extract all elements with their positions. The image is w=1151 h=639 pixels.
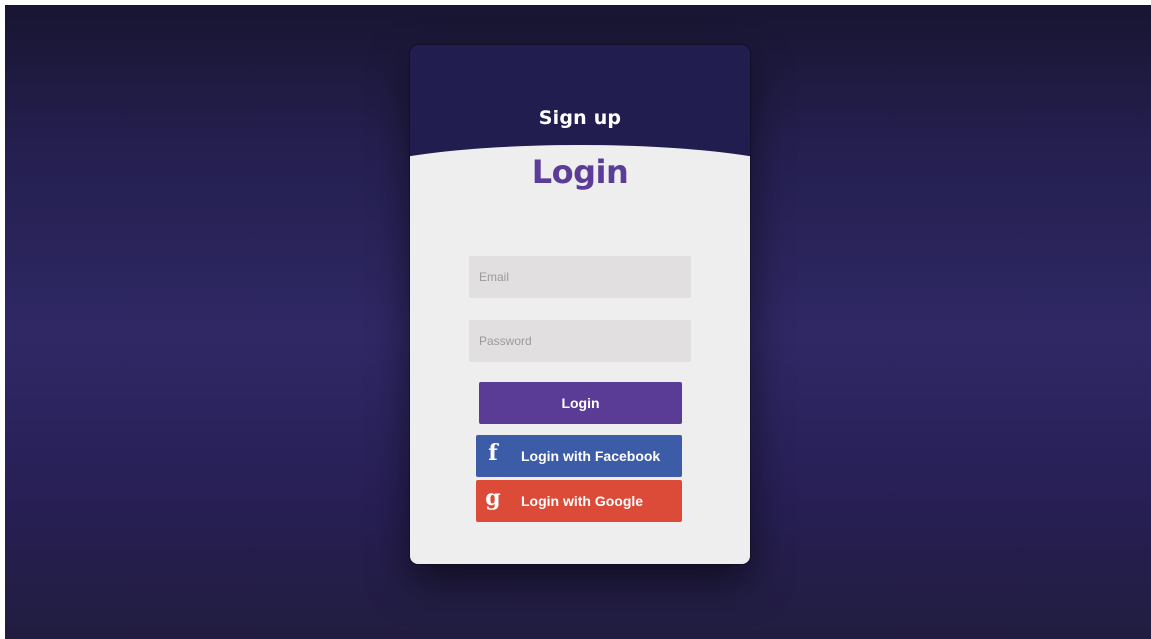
login-title: Login	[531, 153, 629, 191]
page-background: Sign up Login Login f Login with Faceboo…	[5, 5, 1151, 639]
login-with-facebook-button[interactable]: f Login with Facebook	[476, 435, 682, 477]
password-field[interactable]	[469, 320, 691, 362]
email-field[interactable]	[469, 256, 691, 298]
login-button[interactable]: Login	[479, 382, 682, 424]
facebook-icon: f	[488, 440, 498, 466]
auth-card: Sign up Login Login f Login with Faceboo…	[410, 45, 750, 564]
google-button-label: Login with Google	[521, 493, 644, 509]
signup-tab[interactable]: Sign up	[410, 107, 750, 129]
google-icon: g	[485, 485, 501, 511]
facebook-button-label: Login with Facebook	[521, 448, 661, 464]
login-with-google-button[interactable]: g Login with Google	[476, 480, 682, 522]
